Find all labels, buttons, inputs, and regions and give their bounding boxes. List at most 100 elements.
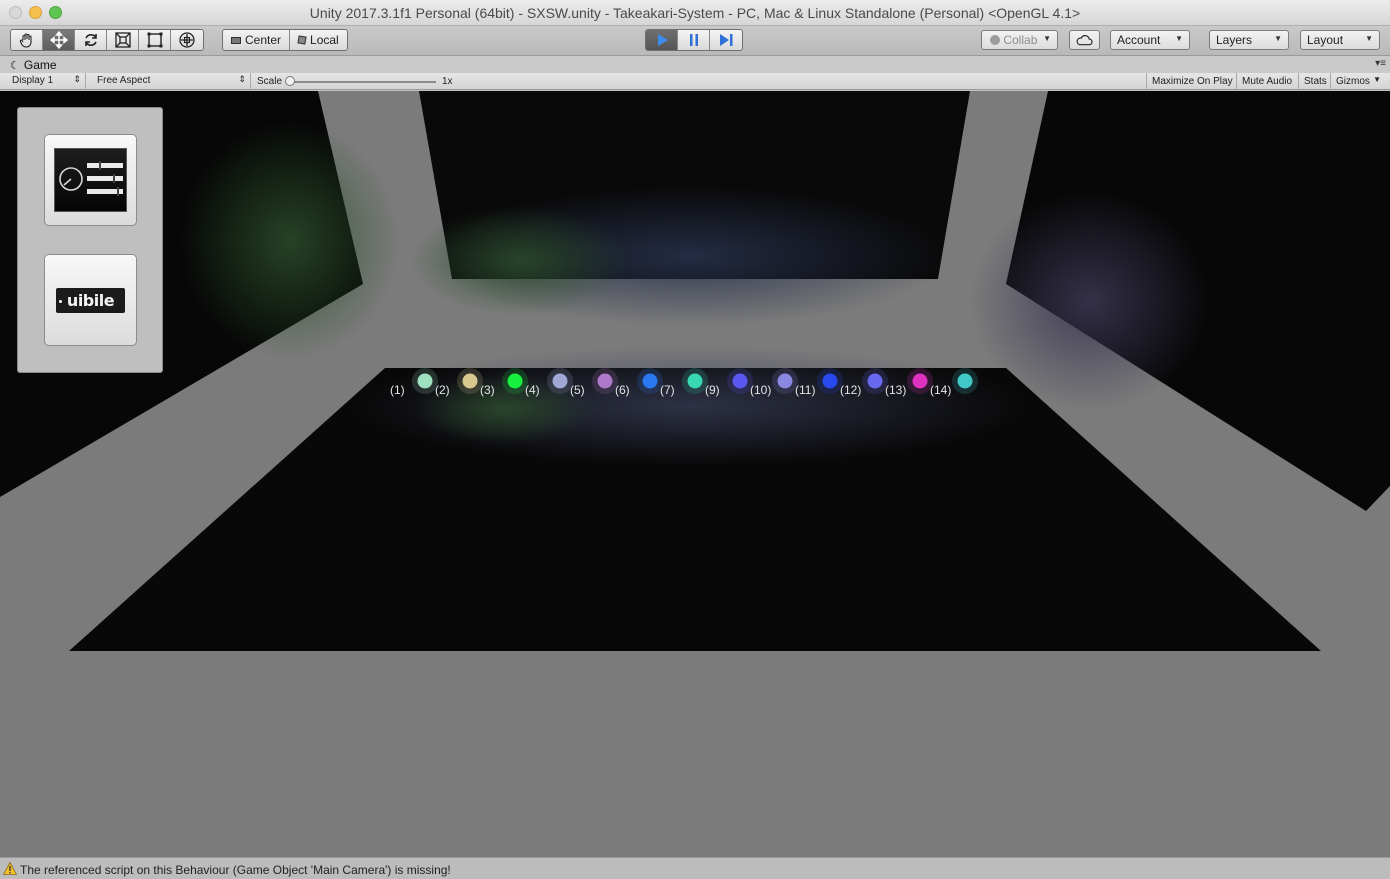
- led-label: (12): [840, 383, 862, 397]
- game-view-controls: Display 1 ⇕ Free Aspect ⇕ Scale 1x Maxim…: [0, 73, 1390, 90]
- collab-dropdown[interactable]: Collab ▼: [981, 30, 1058, 50]
- rotate-tool-icon[interactable]: [75, 30, 107, 50]
- hand-tool-icon[interactable]: [11, 30, 43, 50]
- warning-icon: [3, 862, 17, 875]
- chevron-down-icon: ▼: [1373, 75, 1381, 84]
- display-dropdown[interactable]: Display 1 ⇕: [6, 73, 86, 90]
- chevron-down-icon: ▼: [1175, 34, 1183, 43]
- chevron-down-icon: ▼: [1365, 34, 1373, 43]
- stats-button[interactable]: Stats: [1298, 73, 1332, 90]
- step-button[interactable]: [710, 30, 742, 50]
- led-label: (1): [390, 383, 405, 397]
- game-controller-icon: ☾: [10, 59, 20, 72]
- led-label: (7): [660, 383, 675, 397]
- settings-app-button[interactable]: [44, 134, 137, 226]
- wibile-logo-text: uibile: [66, 291, 115, 310]
- left-wall-glow: [180, 121, 400, 361]
- cloud-button[interactable]: [1069, 30, 1100, 50]
- status-message: The referenced script on this Behaviour …: [20, 863, 451, 877]
- local-cube-icon: [297, 35, 307, 45]
- scale-value: 1x: [442, 76, 453, 87]
- led-orb: [552, 373, 568, 389]
- layout-dropdown[interactable]: Layout ▼: [1300, 30, 1380, 50]
- led-orb: [462, 373, 478, 389]
- game-tab-bar: ☾ Game ▾≡: [0, 56, 1390, 73]
- aspect-dropdown[interactable]: Free Aspect ⇕: [91, 73, 251, 90]
- game-viewport[interactable]: (1) (2) (3) (4) (5) (6) (7) (9) (10) (11) (12) (13)…: [0, 91, 1390, 857]
- app-launcher-panel: uibile: [17, 107, 163, 373]
- pivot-local-button[interactable]: Local: [290, 30, 347, 50]
- playback-controls: [645, 29, 743, 51]
- rect-tool-icon[interactable]: [139, 30, 171, 50]
- layout-label: Layout: [1307, 33, 1344, 47]
- led-orb: [777, 373, 793, 389]
- transform-tool-icon[interactable]: [171, 30, 203, 50]
- led-orb: [417, 373, 433, 389]
- collab-check-icon: [990, 35, 1000, 45]
- led-label: (13): [885, 383, 907, 397]
- main-toolbar: Center Local Collab ▼ Account ▼ Layers ▼…: [0, 26, 1390, 56]
- ceiling-glow-green: [410, 206, 630, 316]
- mute-audio-button[interactable]: Mute Audio: [1236, 73, 1297, 90]
- scale-tool-icon[interactable]: [107, 30, 139, 50]
- layers-dropdown[interactable]: Layers ▼: [1209, 30, 1289, 50]
- led-orb: [642, 373, 658, 389]
- account-dropdown[interactable]: Account ▼: [1110, 30, 1190, 50]
- layers-label: Layers: [1216, 33, 1253, 47]
- gizmos-label: Gizmos: [1336, 76, 1370, 87]
- pivot-center-button[interactable]: Center: [223, 30, 291, 50]
- wibile-logo: uibile: [56, 288, 125, 313]
- chevron-down-icon: ▼: [1274, 34, 1282, 43]
- account-label: Account: [1117, 33, 1161, 47]
- pivot-local-label: Local: [310, 33, 339, 47]
- gizmos-dropdown[interactable]: Gizmos ▼: [1330, 73, 1384, 90]
- maximize-on-play-button[interactable]: Maximize On Play: [1146, 73, 1238, 90]
- scale-slider-handle[interactable]: [285, 76, 295, 86]
- play-button[interactable]: [646, 30, 678, 50]
- led-label: (4): [525, 383, 540, 397]
- unity-editor-window: Unity 2017.3.1f1 Personal (64bit) - SXSW…: [0, 0, 1390, 879]
- led-label: (5): [570, 383, 585, 397]
- pause-icon: [689, 34, 698, 46]
- scene-render: [0, 91, 1390, 651]
- logo-dot: [59, 300, 62, 303]
- pause-button[interactable]: [678, 30, 710, 50]
- scale-slider[interactable]: [288, 81, 436, 83]
- title-bar: Unity 2017.3.1f1 Personal (64bit) - SXSW…: [0, 0, 1390, 26]
- led-label: (2): [435, 383, 450, 397]
- play-icon: [657, 34, 668, 46]
- led-label: (10): [750, 383, 772, 397]
- aspect-label: Free Aspect: [97, 75, 151, 86]
- wibile-app-button[interactable]: uibile: [44, 254, 137, 346]
- up-down-icon: ⇕: [238, 74, 246, 84]
- step-icon: [720, 34, 733, 46]
- led-orb: [912, 373, 928, 389]
- led-label: (6): [615, 383, 630, 397]
- tab-menu-icon[interactable]: ▾≡: [1375, 58, 1386, 69]
- collab-label: Collab: [1003, 33, 1038, 47]
- tab-game-label: Game: [23, 58, 57, 72]
- led-label: (9): [705, 383, 720, 397]
- window-title: Unity 2017.3.1f1 Personal (64bit) - SXSW…: [309, 5, 1081, 21]
- led-orb: [687, 373, 703, 389]
- display-label: Display 1: [12, 75, 54, 86]
- pivot-center-label: Center: [245, 33, 282, 47]
- up-down-icon: ⇕: [73, 74, 81, 84]
- led-orb: [597, 373, 613, 389]
- settings-app-icon: [54, 148, 127, 212]
- transform-tools: [10, 29, 204, 51]
- led-orb: [957, 373, 973, 389]
- led-label: (11): [795, 383, 816, 397]
- led-orb: [867, 373, 883, 389]
- led-orb: [507, 373, 523, 389]
- console-status-bar[interactable]: The referenced script on this Behaviour …: [0, 857, 1390, 879]
- cloud-icon: [1076, 35, 1093, 46]
- chevron-down-icon: ▼: [1043, 34, 1051, 43]
- led-orb: [732, 373, 748, 389]
- led-label: (3): [480, 383, 495, 397]
- scale-label: Scale: [257, 76, 283, 87]
- move-tool-icon[interactable]: [43, 30, 75, 50]
- tab-game[interactable]: ☾ Game: [4, 57, 63, 73]
- led-orb: [822, 373, 838, 389]
- pivot-toggles: Center Local: [222, 29, 348, 51]
